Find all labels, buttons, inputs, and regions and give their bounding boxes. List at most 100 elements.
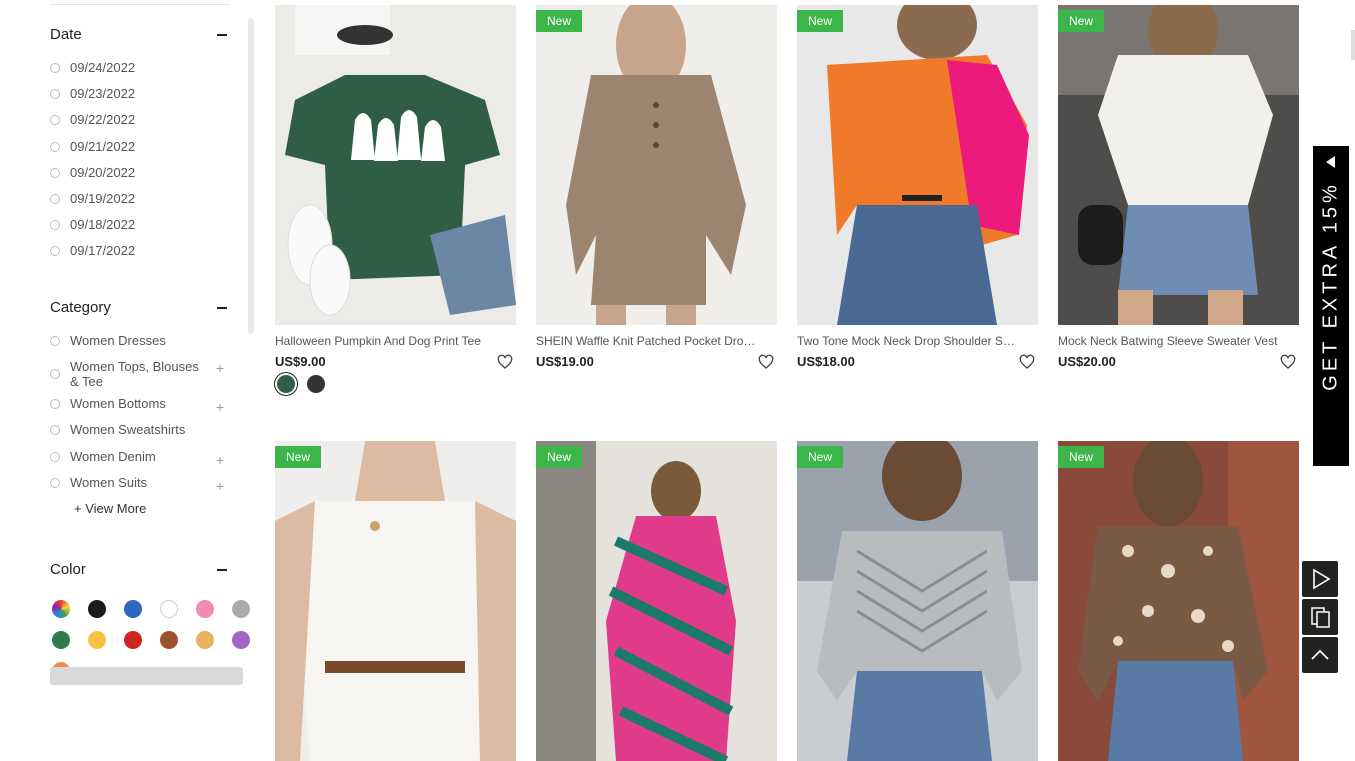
date-option-label[interactable]: 09/18/2022 <box>70 217 210 232</box>
date-radio[interactable] <box>50 167 60 178</box>
product-image[interactable] <box>536 5 777 325</box>
date-radio[interactable] <box>50 115 60 126</box>
new-badge: New <box>1058 10 1105 32</box>
product-name[interactable]: SHEIN Waffle Knit Patched Pocket Drop Sh… <box>536 334 756 348</box>
product-card[interactable]: New Two Tone Mock Neck Drop Shoulder Swea… <box>797 5 1038 400</box>
sidebar-scrollbar[interactable] <box>248 18 254 334</box>
product-color-option[interactable] <box>307 375 325 393</box>
product-card[interactable]: New <box>275 441 516 761</box>
expand-plus-icon[interactable]: + <box>216 361 224 375</box>
expand-plus-icon[interactable]: + <box>216 400 224 414</box>
date-option-label[interactable]: 09/21/2022 <box>70 139 210 154</box>
product-card[interactable]: New <box>1058 441 1299 761</box>
product-name[interactable]: Mock Neck Batwing Sleeve Sweater Vest <box>1058 334 1278 348</box>
category-radio[interactable] <box>50 425 60 435</box>
category-radio[interactable] <box>50 369 60 379</box>
date-radio[interactable] <box>50 246 60 257</box>
product-price: US$18.00 <box>797 354 855 369</box>
wishlist-heart-icon[interactable] <box>497 354 513 370</box>
filter-sidebar: Date 09/24/2022 09/23/2022 09/22/2022 09/21… <box>0 0 260 686</box>
date-radio[interactable] <box>50 63 60 73</box>
play-icon <box>1313 568 1331 590</box>
product-name[interactable]: Two Tone Mock Neck Drop Shoulder Sweater <box>797 334 1017 348</box>
product-image[interactable] <box>797 5 1038 325</box>
expand-plus-icon[interactable]: + <box>216 479 224 493</box>
color-swatch[interactable] <box>88 600 106 618</box>
product-price: US$20.00 <box>1058 354 1116 369</box>
new-badge: New <box>536 446 583 468</box>
color-swatch[interactable] <box>232 600 250 618</box>
color-swatch[interactable] <box>232 631 250 649</box>
color-swatch[interactable] <box>52 631 70 649</box>
date-radio[interactable] <box>50 194 60 204</box>
product-name[interactable]: Halloween Pumpkin And Dog Print Tee <box>275 334 495 348</box>
date-option-label[interactable]: 09/17/2022 <box>70 243 210 258</box>
date-radio[interactable] <box>50 141 60 152</box>
copy-button[interactable] <box>1302 599 1338 635</box>
category-radio[interactable] <box>50 336 60 346</box>
date-radio[interactable] <box>50 220 60 231</box>
copy-icon <box>1311 607 1330 628</box>
collapse-arrow-icon[interactable] <box>1326 156 1335 168</box>
date-filter-title[interactable]: Date <box>50 26 82 43</box>
product-image[interactable] <box>1058 5 1299 325</box>
collapse-color-icon[interactable] <box>217 569 227 571</box>
color-swatch[interactable] <box>160 600 178 618</box>
category-option-label[interactable]: Women Dresses <box>70 333 210 348</box>
color-swatch[interactable] <box>124 600 142 618</box>
promo-text: GET EXTRA 15% <box>1319 181 1342 391</box>
new-badge: New <box>1058 446 1105 468</box>
wishlist-heart-icon[interactable] <box>1019 354 1035 370</box>
wishlist-heart-icon[interactable] <box>758 354 774 370</box>
product-price: US$9.00 <box>275 354 326 369</box>
new-badge: New <box>536 10 583 32</box>
category-option-label[interactable]: Women Tops, Blouses & Tee <box>70 359 210 389</box>
product-card[interactable]: New <box>797 441 1038 761</box>
promo-banner[interactable]: GET EXTRA 15% <box>1313 146 1349 466</box>
color-filter-title[interactable]: Color <box>50 561 86 578</box>
page-scrollbar[interactable] <box>1351 30 1355 60</box>
expand-plus-icon[interactable]: + <box>216 453 224 467</box>
wishlist-heart-icon[interactable] <box>1280 354 1296 370</box>
category-radio[interactable] <box>50 478 60 488</box>
category-option-label[interactable]: Women Suits <box>70 475 210 490</box>
color-swatch[interactable] <box>160 631 178 649</box>
category-filter-title[interactable]: Category <box>50 299 111 316</box>
product-image[interactable] <box>275 441 516 761</box>
date-radio[interactable] <box>50 89 60 100</box>
date-option-label[interactable]: 09/24/2022 <box>70 60 210 75</box>
category-option-label[interactable]: Women Bottoms <box>70 396 210 411</box>
divider <box>50 4 230 5</box>
color-swatch[interactable] <box>52 600 70 618</box>
product-image[interactable] <box>536 441 777 761</box>
product-card[interactable]: New SHEIN Waffle Knit Patched Pocket Drop… <box>536 5 777 400</box>
color-swatch[interactable] <box>124 631 142 649</box>
date-option-label[interactable]: 09/22/2022 <box>70 112 210 127</box>
product-image[interactable] <box>1058 441 1299 761</box>
play-button[interactable] <box>1302 561 1338 597</box>
product-image[interactable] <box>275 5 516 325</box>
view-more-link[interactable]: + View More <box>74 501 146 516</box>
back-to-top-icon <box>1311 649 1329 660</box>
product-color-option[interactable] <box>277 375 295 393</box>
back-to-top-button[interactable] <box>1302 637 1338 673</box>
product-image[interactable] <box>797 441 1038 761</box>
collapse-category-icon[interactable] <box>217 307 227 309</box>
product-price: US$19.00 <box>536 354 594 369</box>
collapse-date-icon[interactable] <box>217 34 227 36</box>
new-badge: New <box>797 10 844 32</box>
product-card[interactable]: New Mock Neck Batwing Sleeve Sweater Vest… <box>1058 5 1299 400</box>
category-radio[interactable] <box>50 399 60 409</box>
category-option-label[interactable]: Women Sweatshirts <box>70 422 210 437</box>
product-card[interactable]: Halloween Pumpkin And Dog Print Tee US$9.… <box>275 5 516 400</box>
category-radio[interactable] <box>50 452 60 462</box>
color-swatch[interactable] <box>88 631 106 649</box>
date-option-label[interactable]: 09/23/2022 <box>70 86 210 101</box>
category-option-label[interactable]: Women Denim <box>70 449 210 464</box>
date-option-label[interactable]: 09/20/2022 <box>70 165 210 180</box>
product-card[interactable]: New <box>536 441 777 761</box>
date-option-label[interactable]: 09/19/2022 <box>70 191 210 206</box>
horizontal-scrollbar[interactable] <box>50 667 243 685</box>
color-swatch[interactable] <box>196 631 214 649</box>
color-swatch[interactable] <box>196 600 214 618</box>
